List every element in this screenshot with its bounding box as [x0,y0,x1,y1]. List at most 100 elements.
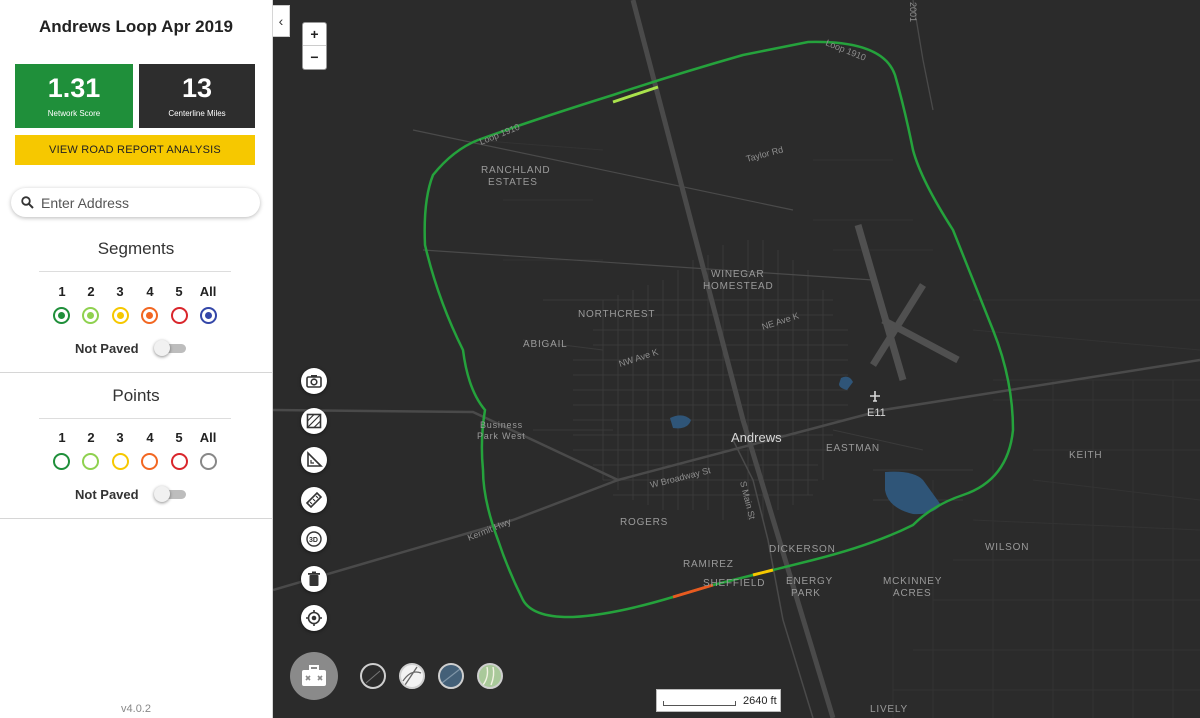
label-wilson: WILSON [985,542,1029,553]
chevron-left-icon: ‹ [278,13,284,29]
section-divider [0,372,272,373]
points-level-labels: 1 2 3 4 5 All [48,430,228,446]
label-ranchland-2: ESTATES [488,177,538,188]
map-export-button[interactable] [301,408,327,434]
label-dickerson: DICKERSON [769,544,836,555]
label-hwy-2001: 2001 [908,2,918,22]
points-filters [48,453,228,471]
screenshot-button[interactable] [301,368,327,394]
sidebar: Andrews Loop Apr 2019 1.31 Network Score… [0,0,273,718]
point-filter-3[interactable] [112,453,129,470]
measure-distance-button[interactable] [301,487,327,513]
label-business-1: Business [480,420,523,430]
label-taylor-rd: Taylor Rd [745,144,784,163]
collapse-sidebar-button[interactable]: ‹ [273,5,290,37]
airport-runways [854,224,960,381]
point-filter-all[interactable] [200,453,217,470]
address-search-input[interactable] [41,193,251,212]
segment-filter-5[interactable] [171,307,188,324]
measure-area-button[interactable] [301,447,327,473]
network-score-value: 1.31 [47,73,101,103]
address-search [11,188,260,217]
label-keith: KEITH [1069,450,1102,461]
basemap-layer: RANCHLAND ESTATES WINEGAR HOMESTEAD NORT… [273,0,1200,718]
segment-filter-1[interactable] [53,307,70,324]
map-canvas[interactable]: RANCHLAND ESTATES WINEGAR HOMESTEAD NORT… [273,0,1200,718]
centerline-miles-label: Centerline Miles [168,109,226,118]
label-business-2: Park West [477,431,526,441]
view-road-report-button[interactable]: VIEW ROAD REPORT ANALYSIS [15,135,255,165]
segment-filter-3[interactable] [112,307,129,324]
point-level-5-label: 5 [175,430,183,445]
basemap-dark-button[interactable] [360,663,386,689]
ruler-icon [305,491,323,509]
segment-filter-4[interactable] [141,307,158,324]
segment-level-3-label: 3 [116,284,124,299]
scale-bar: 2640 ft [656,689,781,712]
label-ranchland-1: RANCHLAND [481,165,550,176]
segment-level-1-label: 1 [58,284,66,299]
zoom-controls: + − [303,23,326,69]
basemap-light-button[interactable] [399,663,425,689]
segments-title: Segments [97,239,175,258]
map-export-icon [306,413,322,429]
locate-icon [306,610,322,626]
label-mckinney-2: ACRES [893,588,931,599]
trash-icon [308,571,320,586]
segment-filter-2[interactable] [82,307,99,324]
app-version: v4.0.2 [121,703,151,715]
label-lively: LIVELY [870,704,908,715]
points-not-paved-toggle[interactable] [154,486,186,502]
centerline-miles-card: 13 Centerline Miles [139,64,255,128]
camera-icon [306,375,322,388]
zoom-in-button[interactable]: + [303,23,326,46]
point-filter-4[interactable] [141,453,158,470]
segments-not-paved-toggle[interactable] [154,340,186,356]
selected-dot-icon [87,312,94,319]
label-sheffield: SHEFFIELD [703,578,765,589]
label-winegar-2: HOMESTEAD [703,281,774,292]
toggle-knob [154,486,170,502]
segment-level-all-label: All [199,284,217,299]
toolbox-button[interactable] [290,652,338,700]
label-ramirez: RAMIREZ [683,559,734,570]
label-nw-ave-k: NW Ave K [618,347,660,369]
label-eastman: EASTMAN [826,443,880,454]
label-energy-1: ENERGY [786,576,833,587]
label-kermit-hwy: Kermit Hwy [466,516,513,543]
point-filter-2[interactable] [82,453,99,470]
label-ne-ave-k: NE Ave K [761,311,801,332]
3d-view-button[interactable]: 3D [301,526,327,552]
label-mckinney-1: MCKINNEY [883,576,942,587]
delete-button[interactable] [301,566,327,592]
label-energy-2: PARK [791,588,821,599]
3d-view-icon: 3D [306,531,322,547]
outer-streets [472,139,1200,718]
dark-basemap-icon [365,670,381,684]
selected-dot-icon [117,312,124,319]
zoom-out-button[interactable]: − [303,46,326,69]
section-divider [0,518,272,519]
toolbox-icon [302,665,326,686]
segment-filter-all[interactable] [200,307,217,324]
label-rogers: ROGERS [620,517,668,528]
loop-segment-score-2[interactable] [612,85,659,104]
selected-dot-icon [146,312,153,319]
points-not-paved-label: Not Paved [75,487,139,502]
loop-segment-score-3[interactable] [752,568,774,577]
major-roads [273,0,1200,718]
segments-rule [39,271,231,272]
point-level-1-label: 1 [58,430,66,445]
label-northcrest: NORTHCREST [578,309,655,320]
network-score-label: Network Score [47,109,101,118]
point-filter-5[interactable] [171,453,188,470]
basemap-terrain-button[interactable] [477,663,503,689]
locate-me-button[interactable] [301,605,327,631]
segments-level-labels: 1 2 3 4 5 All [48,284,228,300]
point-level-2-label: 2 [87,430,95,445]
airport-icon [870,391,880,402]
segment-level-5-label: 5 [175,284,183,299]
point-level-all-label: All [199,430,217,445]
point-filter-1[interactable] [53,453,70,470]
basemap-satellite-button[interactable] [438,663,464,689]
